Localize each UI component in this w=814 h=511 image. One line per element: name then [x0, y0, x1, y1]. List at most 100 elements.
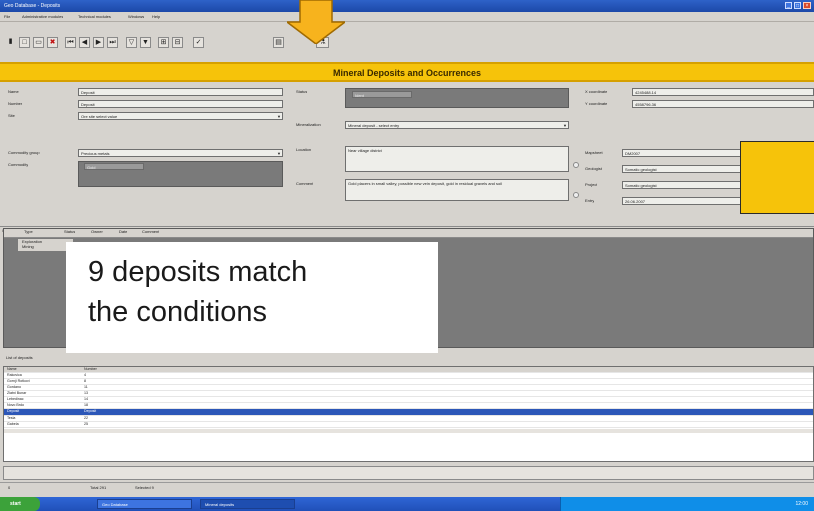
status-total: Total 291	[90, 486, 107, 490]
commodity-group-select[interactable]: Precious metals ▼	[78, 149, 283, 157]
site-select[interactable]: Ore site select value ▼	[78, 112, 283, 120]
mapsheet-label: Mapsheet	[585, 151, 603, 155]
maximize-button[interactable]: □	[794, 2, 801, 9]
results-header: Name Number	[4, 367, 813, 373]
x-coordinate-label: X coordinate	[585, 90, 608, 94]
results-label: List of deposits	[6, 356, 33, 360]
menu-windows[interactable]: Windows	[128, 15, 144, 20]
previous-record-icon[interactable]: ◀	[79, 37, 90, 48]
chevron-down-icon: ▼	[563, 123, 567, 128]
highlight-box	[740, 141, 814, 214]
zoom-out-icon[interactable]: ⊟	[172, 37, 183, 48]
commodity-group-label: Commodity group	[8, 151, 40, 155]
row-number: 18	[84, 403, 88, 407]
menu-help[interactable]: Help	[152, 15, 160, 20]
status-selected: Selected 9	[135, 486, 154, 490]
row-name: Novo Brdo	[7, 403, 24, 407]
status-field[interactable]: Ident	[352, 91, 412, 98]
app-window: Geo Database - Deposits _ □ × File Admin…	[0, 0, 814, 511]
table-row[interactable]: Zlatni Bunar 13	[4, 391, 813, 397]
title-bar: Geo Database - Deposits _ □ ×	[0, 0, 814, 12]
column-header-owner[interactable]: Owner	[91, 230, 103, 235]
window-title: Geo Database - Deposits	[4, 3, 61, 9]
column-header-type[interactable]: Type	[24, 230, 33, 235]
table-row[interactable]: Tesla 22	[4, 416, 813, 422]
row-name: Gabela	[7, 422, 19, 426]
report-icon[interactable]: ▤	[273, 37, 284, 48]
status-label: Status	[296, 90, 308, 94]
number-field[interactable]: Deposit	[78, 100, 283, 108]
minimize-button[interactable]: _	[785, 2, 792, 9]
menu-technical[interactable]: Technical modules	[78, 15, 111, 20]
zoom-in-icon[interactable]: ⊞	[158, 37, 169, 48]
commodity-field[interactable]: Gold	[84, 163, 144, 170]
start-button[interactable]: start	[0, 497, 40, 511]
mineralization-select[interactable]: Mineral deposit - select entry ▼	[345, 121, 569, 129]
close-button[interactable]: ×	[803, 2, 811, 9]
apply-filter-icon[interactable]: ▼	[140, 37, 151, 48]
subgrid-header: Type Status Owner Date Comment	[4, 229, 813, 238]
filter-icon[interactable]: ▽	[126, 37, 137, 48]
location-radio[interactable]	[573, 162, 579, 168]
menu-bar: File Administrative modules Technical mo…	[0, 12, 814, 22]
copy-record-icon[interactable]: ▭	[33, 37, 44, 48]
taskbar-item-geo-database[interactable]: Geo Database	[97, 499, 192, 509]
table-row[interactable]: Lebedinac 14	[4, 397, 813, 403]
site-label: Site	[8, 114, 15, 118]
results-list: Name Number Rakovica 4 Gornji Rotkovi 8 Go…	[3, 366, 814, 462]
column-header-status[interactable]: Status	[64, 230, 75, 235]
check-icon[interactable]: ✓	[193, 37, 204, 48]
row-name: Lebedinac	[7, 397, 24, 401]
last-record-icon[interactable]: ⏭	[107, 37, 118, 48]
location-field[interactable]: Near village district	[345, 146, 569, 172]
column-header-comment[interactable]: Comment	[142, 230, 159, 235]
delete-icon[interactable]: ✖	[47, 37, 58, 48]
entry-field[interactable]: 26.06.2007	[622, 197, 742, 205]
table-row[interactable]: Rakovica 4	[4, 373, 813, 379]
subgrid-rows: Exploration Mining	[18, 239, 73, 251]
table-row[interactable]: Gabela 25	[4, 422, 813, 428]
comment-label: Comment	[296, 182, 314, 186]
row-name: Zlatni Bunar	[7, 391, 27, 395]
list-item[interactable]: Mining	[22, 245, 34, 250]
column-header-name[interactable]: Name	[7, 367, 17, 371]
project-label: Project	[585, 183, 598, 187]
pointer-arrow-icon	[287, 0, 345, 44]
row-number: 22	[84, 416, 88, 420]
y-coordinate-field[interactable]: 4558796.36	[632, 100, 814, 108]
table-row[interactable]: Gordano 11	[4, 385, 813, 391]
row-number: 13	[84, 391, 88, 395]
table-row-selected[interactable]: Deposit Deposit	[4, 409, 813, 416]
geologist-field[interactable]: Somatic geologist	[622, 165, 742, 173]
menu-administrative[interactable]: Administrative modules	[22, 15, 63, 20]
chevron-down-icon: ▼	[277, 151, 281, 156]
chevron-down-icon: ▼	[277, 114, 281, 119]
commodity-label: Commodity	[8, 163, 29, 167]
row-number: 25	[84, 422, 88, 426]
table-row[interactable]: Novo Brdo 18	[4, 403, 813, 409]
x-coordinate-field[interactable]: 4245488.14	[632, 88, 814, 96]
number-label: Number	[8, 102, 23, 106]
row-number: 11	[84, 385, 88, 389]
form-title: Mineral Deposits and Occurrences	[332, 68, 482, 78]
taskbar-item-mineral-deposits[interactable]: Mineral deposits	[200, 499, 295, 509]
geologist-label: Geologist	[585, 167, 602, 171]
comment-radio[interactable]	[573, 192, 579, 198]
first-record-icon[interactable]: ⏮	[65, 37, 76, 48]
callout-box: 9 deposits match the conditions	[66, 242, 438, 353]
comment-field[interactable]: Gold placers in small valley, possible n…	[345, 179, 569, 201]
mapsheet-field[interactable]: DM2007	[622, 149, 742, 157]
column-header-date[interactable]: Date	[119, 230, 127, 235]
system-tray: 12:00	[560, 497, 814, 511]
toolbar: ▮ □ ▭ ✖ ⏮ ◀ ▶ ⏭ ▽ ▼ ⊞ ⊟ ✓ ▤ ⚗	[0, 29, 814, 53]
table-row[interactable]: Gornji Rotkovi 8	[4, 379, 813, 385]
new-record-icon[interactable]: □	[19, 37, 30, 48]
name-field[interactable]: Deposit	[78, 88, 283, 96]
menu-file[interactable]: File	[4, 15, 10, 20]
list-scrollbar[interactable]	[4, 429, 813, 433]
project-field[interactable]: Somatic geologist	[622, 181, 742, 189]
row-name: Tesla	[7, 416, 16, 420]
record-icon[interactable]: ▮	[5, 37, 16, 48]
column-header-number[interactable]: Number	[84, 367, 97, 371]
next-record-icon[interactable]: ▶	[93, 37, 104, 48]
